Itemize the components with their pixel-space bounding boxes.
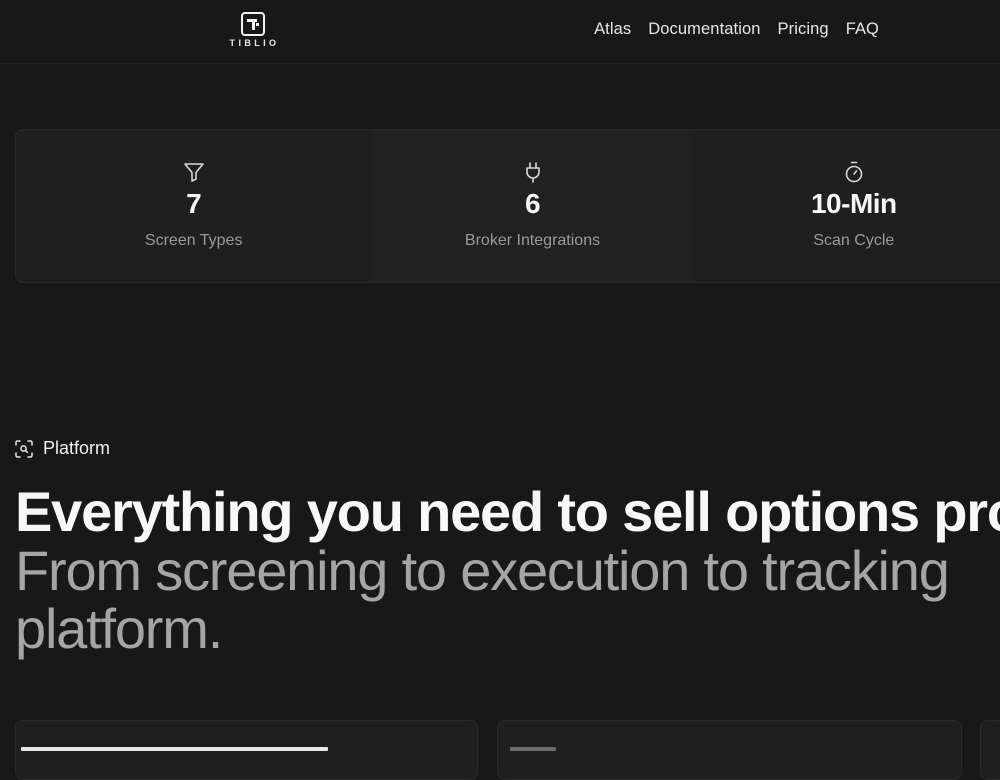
feature-card[interactable] — [15, 720, 478, 780]
stat-value: 6 — [524, 188, 541, 219]
nav-faq[interactable]: FAQ — [846, 20, 879, 39]
card-image-edge — [510, 747, 556, 751]
card-image-edge — [21, 747, 328, 751]
stats-panel: 7 Screen Types 6 Broker Integrations 10-… — [15, 129, 1000, 283]
filter-icon — [183, 163, 204, 182]
stopwatch-icon — [845, 161, 863, 183]
logo-icon — [241, 12, 265, 36]
stat-label: Screen Types — [144, 232, 243, 249]
platform-tag: Platform — [15, 438, 110, 459]
scan-search-icon — [15, 439, 33, 458]
nav-pricing[interactable]: Pricing — [778, 20, 829, 39]
plug-icon — [525, 162, 540, 183]
stat-label: Broker Integrations — [464, 232, 601, 249]
section-tag-label: Platform — [43, 438, 111, 458]
stat-value: 7 — [186, 188, 202, 219]
platform-subline: From screening to execution to tracking … — [15, 539, 950, 660]
stat-screen-types: 7 Screen Types — [16, 130, 371, 282]
nav-documentation[interactable]: Documentation — [648, 20, 760, 39]
stat-label: Scan Cycle — [813, 232, 895, 249]
stat-broker-integrations: 6 Broker Integrations — [371, 130, 694, 282]
stat-value: 10-Min — [810, 188, 897, 219]
top-header: TIBLIO Atlas Documentation Pricing FAQ — [0, 0, 1000, 64]
logo[interactable]: TIBLIO — [222, 12, 284, 48]
nav-atlas[interactable]: Atlas — [594, 20, 631, 39]
main-nav: Atlas Documentation Pricing FAQ — [594, 20, 879, 39]
platform-headline: Everything you need to sell options pro — [15, 480, 1000, 543]
logo-wordmark: TIBLIO — [229, 38, 280, 48]
stat-scan-cycle: 10-Min Scan Cycle — [694, 130, 1000, 282]
feature-card[interactable] — [980, 720, 1000, 780]
feature-card[interactable] — [497, 720, 962, 780]
